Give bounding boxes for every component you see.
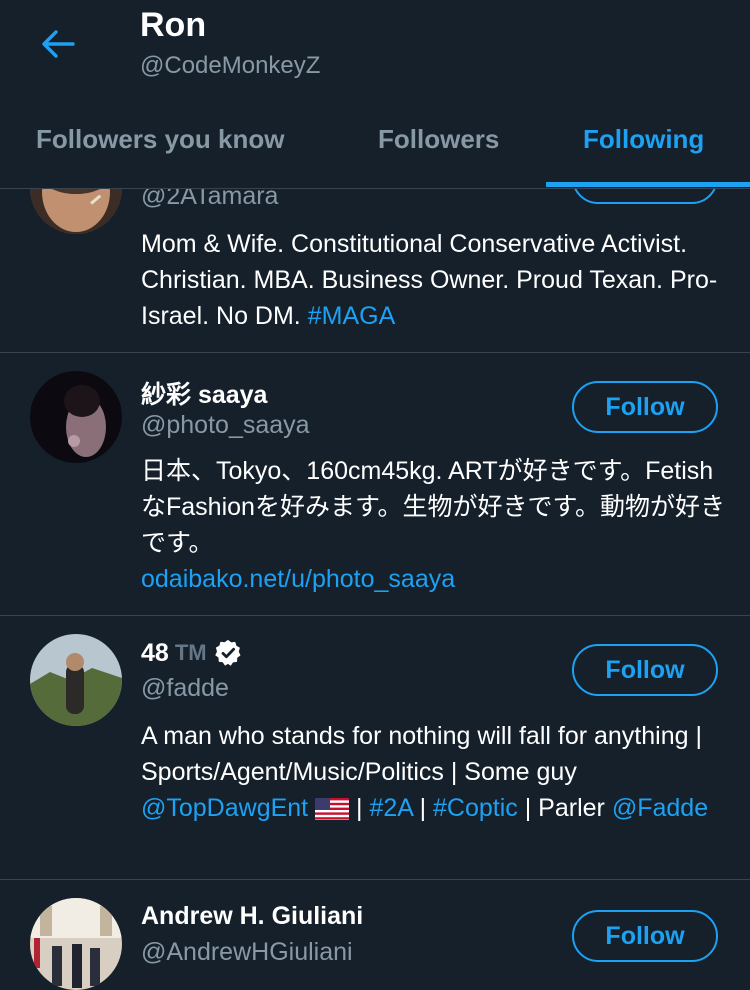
hashtag-link[interactable]: #Coptic	[433, 794, 518, 822]
follow-button[interactable]: Follow	[572, 910, 718, 962]
list-item[interactable]: 紗彩 saaya @photo_saaya Follow 日本、Tokyo、16…	[0, 353, 750, 615]
user-handle: @AndrewHGiuliani	[141, 938, 353, 966]
avatar[interactable]	[30, 371, 122, 463]
hashtag-link[interactable]: #MAGA	[308, 302, 396, 330]
bio-text: 日本、Tokyo、160cm45kg. ARTが好きです。FetishなFash…	[141, 457, 725, 557]
name-suffix: TM	[174, 640, 207, 665]
page-title: Ron	[140, 6, 207, 44]
user-bio: A man who stands for nothing will fall f…	[141, 718, 731, 826]
hashtag-link[interactable]: #2A	[370, 794, 413, 822]
list-item[interactable]: Andrew H. Giuliani @AndrewHGiuliani Foll…	[0, 880, 750, 990]
user-name: 48 TM	[141, 638, 243, 668]
tab-followers-you-know[interactable]: Followers you know	[36, 124, 284, 155]
avatar-image-icon	[30, 898, 122, 990]
user-handle: @photo_saaya	[141, 411, 310, 439]
follow-button[interactable]: Follow	[572, 644, 718, 696]
avatar[interactable]	[30, 898, 122, 990]
verified-badge-icon	[214, 639, 241, 666]
back-button[interactable]	[36, 22, 80, 66]
bio-link[interactable]: odaibako.net/u/photo_saaya	[141, 565, 455, 593]
profile-header: Ron @CodeMonkeyZ Followers you know Foll…	[0, 0, 750, 189]
user-name: Andrew H. Giuliani	[141, 902, 363, 931]
user-bio: Mom & Wife. Constitutional Conservative …	[141, 226, 731, 334]
user-name-text: 紗彩 saaya	[141, 381, 268, 409]
arrow-left-icon	[42, 30, 75, 58]
bio-text: Mom & Wife. Constitutional Conservative …	[141, 230, 718, 330]
user-handle: @fadde	[141, 674, 229, 702]
user-bio: 日本、Tokyo、160cm45kg. ARTが好きです。FetishなFash…	[141, 453, 731, 597]
mention-link[interactable]: @TopDawgEnt	[141, 794, 308, 822]
mention-link[interactable]: @Fadde	[612, 794, 708, 822]
tab-following[interactable]: Following	[583, 124, 704, 155]
bio-separator: |	[419, 794, 427, 822]
tab-followers[interactable]: Followers	[378, 124, 499, 155]
list-item[interactable]: 48 TM @fadde Follow A man who stands for…	[0, 616, 750, 879]
active-tab-indicator	[546, 182, 750, 187]
avatar-image-icon	[30, 634, 122, 726]
tab-bar: Followers you know Followers Following	[0, 104, 750, 188]
profile-handle: @CodeMonkeyZ	[140, 52, 321, 79]
user-name-text: Andrew H. Giuliani	[141, 902, 364, 930]
avatar[interactable]	[30, 634, 122, 726]
follow-button[interactable]: Follow	[572, 381, 718, 433]
bio-text: A man who stands for nothing will fall f…	[141, 722, 702, 786]
avatar-image-icon	[30, 371, 122, 463]
bio-separator: |	[356, 794, 363, 822]
user-name-text: 48	[141, 638, 169, 667]
user-name: 紗彩 saaya	[141, 375, 267, 411]
bio-text-tail: | Parler	[524, 794, 605, 822]
us-flag-icon	[315, 798, 350, 821]
